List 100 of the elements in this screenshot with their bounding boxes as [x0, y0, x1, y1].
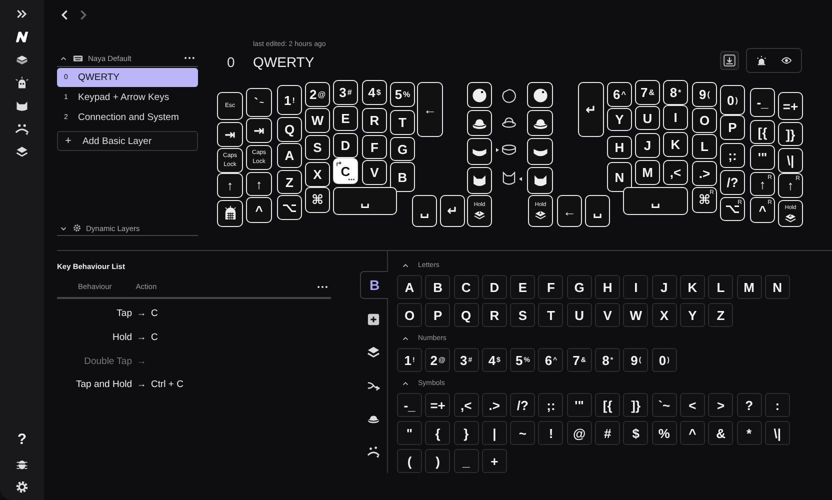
keycap-option[interactable]: '" [566, 393, 592, 417]
keyboard-key[interactable]: Z [277, 170, 302, 194]
keycap-option[interactable]: ;: [538, 393, 564, 417]
keyboard-key[interactable]: F [362, 135, 387, 159]
keycap-option[interactable]: E [510, 275, 536, 299]
keyboard-key[interactable]: B [390, 162, 415, 192]
keycap-option[interactable]: ]} [623, 393, 648, 417]
keyboard-key[interactable]: O [692, 108, 717, 133]
keycap-option[interactable]: < [680, 393, 705, 417]
keycap-option[interactable]: Y [680, 303, 705, 327]
keycap-option[interactable]: =+ [425, 393, 450, 417]
keycap-option[interactable]: I [623, 275, 648, 299]
keyboard-key[interactable]: ↑$^{R}$ [778, 173, 803, 198]
keyboard-key[interactable] [527, 82, 553, 108]
keyboard-key[interactable]: ↵ [578, 82, 604, 137]
keycap-option[interactable]: N [764, 275, 790, 299]
keyboard-key[interactable]: N [607, 162, 632, 192]
keyboard-key[interactable]: S [305, 135, 330, 160]
keycap-option[interactable]: G [566, 275, 592, 299]
keycap-option[interactable]: F [538, 275, 564, 299]
keycap-option[interactable]: " [397, 421, 422, 445]
keycap-option[interactable]: A [397, 275, 422, 299]
keyboard-key[interactable]: ← [417, 82, 443, 137]
keycap-option[interactable]: T [538, 303, 564, 327]
keyboard-key[interactable]: ↑ [217, 173, 243, 198]
keyboard-key[interactable]: 9( [692, 82, 717, 107]
keyboard-key[interactable]: P [720, 115, 745, 140]
keyboard-key[interactable]: 3# [333, 80, 358, 105]
keyboard-key[interactable]: I [663, 105, 688, 130]
keyboard-key[interactable]: 1! [277, 85, 302, 115]
keyboard-key[interactable]: /? [720, 170, 745, 195]
keycap-option[interactable]: -_ [397, 393, 422, 417]
keycap-option[interactable]: : [764, 393, 790, 417]
keyboard-key[interactable]: `~ [246, 88, 272, 117]
keycap-option[interactable]: } [454, 421, 479, 445]
keyboard-key[interactable]: 5% [390, 82, 415, 107]
eye-icon[interactable] [781, 55, 792, 66]
alert-light-icon[interactable] [756, 55, 767, 66]
keyboard-key[interactable]: Y [607, 108, 632, 131]
keyboard-key[interactable]: ␣ [333, 187, 397, 215]
keycap-option[interactable]: # [595, 421, 620, 445]
keyboard-key[interactable]: ↑ [246, 172, 272, 196]
more-icon[interactable] [317, 284, 328, 288]
keyboard-key[interactable]: ⇥ [246, 118, 272, 143]
keycap-option[interactable]: \| [764, 421, 790, 445]
keyboard-key[interactable]: 6^ [607, 82, 632, 107]
people-icon[interactable] [15, 122, 29, 136]
keycap-option[interactable]: ! [538, 421, 564, 445]
keyboard-key[interactable]: 0) [720, 85, 745, 115]
keyboard-key[interactable]: W [305, 108, 330, 133]
keycap-option[interactable]: ? [736, 393, 762, 417]
keyboard-key[interactable] [527, 110, 553, 136]
keycap-option[interactable]: O [397, 303, 422, 327]
keyboard-key[interactable]: ⌘$^{R}$ [692, 187, 717, 213]
keyboard-key[interactable] [527, 138, 553, 165]
keyboard-key[interactable]: H [607, 136, 632, 159]
keyboard-key[interactable]: ␣ [585, 195, 610, 227]
keycap-option[interactable]: Z [708, 303, 734, 327]
keycap-option[interactable]: @ [566, 421, 592, 445]
keyboard-key[interactable]: L [692, 134, 717, 159]
keycap-option[interactable]: X [652, 303, 677, 327]
keyboard-key[interactable] [467, 138, 492, 165]
keyboard-key[interactable]: T [390, 110, 415, 135]
settings-icon[interactable] [15, 480, 29, 494]
keycap-option[interactable]: .> [482, 393, 507, 417]
keyboard-key[interactable]: ^ [246, 197, 272, 223]
keyboard-key[interactable]: [{ [750, 120, 775, 144]
keyboard-key[interactable]: M [635, 160, 660, 185]
keyboard-key[interactable]: ]} [778, 122, 803, 146]
logo-icon[interactable] [15, 30, 29, 44]
keycap-option[interactable]: ^ [680, 421, 705, 445]
keycap-option[interactable]: W [623, 303, 648, 327]
more-icon[interactable] [184, 56, 195, 60]
keyboard-key[interactable]: 7& [635, 80, 660, 105]
keycap-option[interactable]: & [708, 421, 734, 445]
expand-icon[interactable] [15, 7, 29, 21]
keycap-option[interactable]: > [708, 393, 734, 417]
keycap-option[interactable]: H [595, 275, 620, 299]
keyboard-key[interactable]: D [333, 133, 358, 158]
keyboard-key[interactable]: C [333, 158, 358, 184]
layers-icon[interactable] [15, 145, 29, 159]
behaviour-row[interactable]: Tap and Hold → Ctrl + C [57, 373, 331, 397]
keycap-option[interactable]: | [482, 421, 507, 445]
keycap-option[interactable]: { [425, 421, 450, 445]
keyboard-key[interactable]: ⇥ [217, 122, 243, 147]
keyboard-key[interactable]: ␣ [412, 195, 437, 227]
keyboard-key[interactable]: ⌥ [277, 195, 302, 220]
keyboard-key[interactable]: J [635, 133, 660, 158]
cat-icon[interactable] [15, 99, 29, 113]
keyboard-key[interactable]: ⌥$^{R}$ [720, 197, 745, 221]
picker-tab[interactable]: B [360, 271, 388, 299]
keyboard-key[interactable]: G [390, 137, 415, 161]
keycap-option[interactable]: V [595, 303, 620, 327]
keycap-option[interactable]: ( [397, 449, 422, 473]
keyboard-key[interactable]: X [305, 162, 330, 187]
help-icon[interactable]: ? [17, 432, 27, 448]
keycap-option[interactable]: P [425, 303, 450, 327]
keyboard-key[interactable] [527, 167, 553, 194]
keyboard-key[interactable]: 2@ [305, 82, 330, 107]
keyboard-key[interactable]: ← [557, 195, 582, 227]
